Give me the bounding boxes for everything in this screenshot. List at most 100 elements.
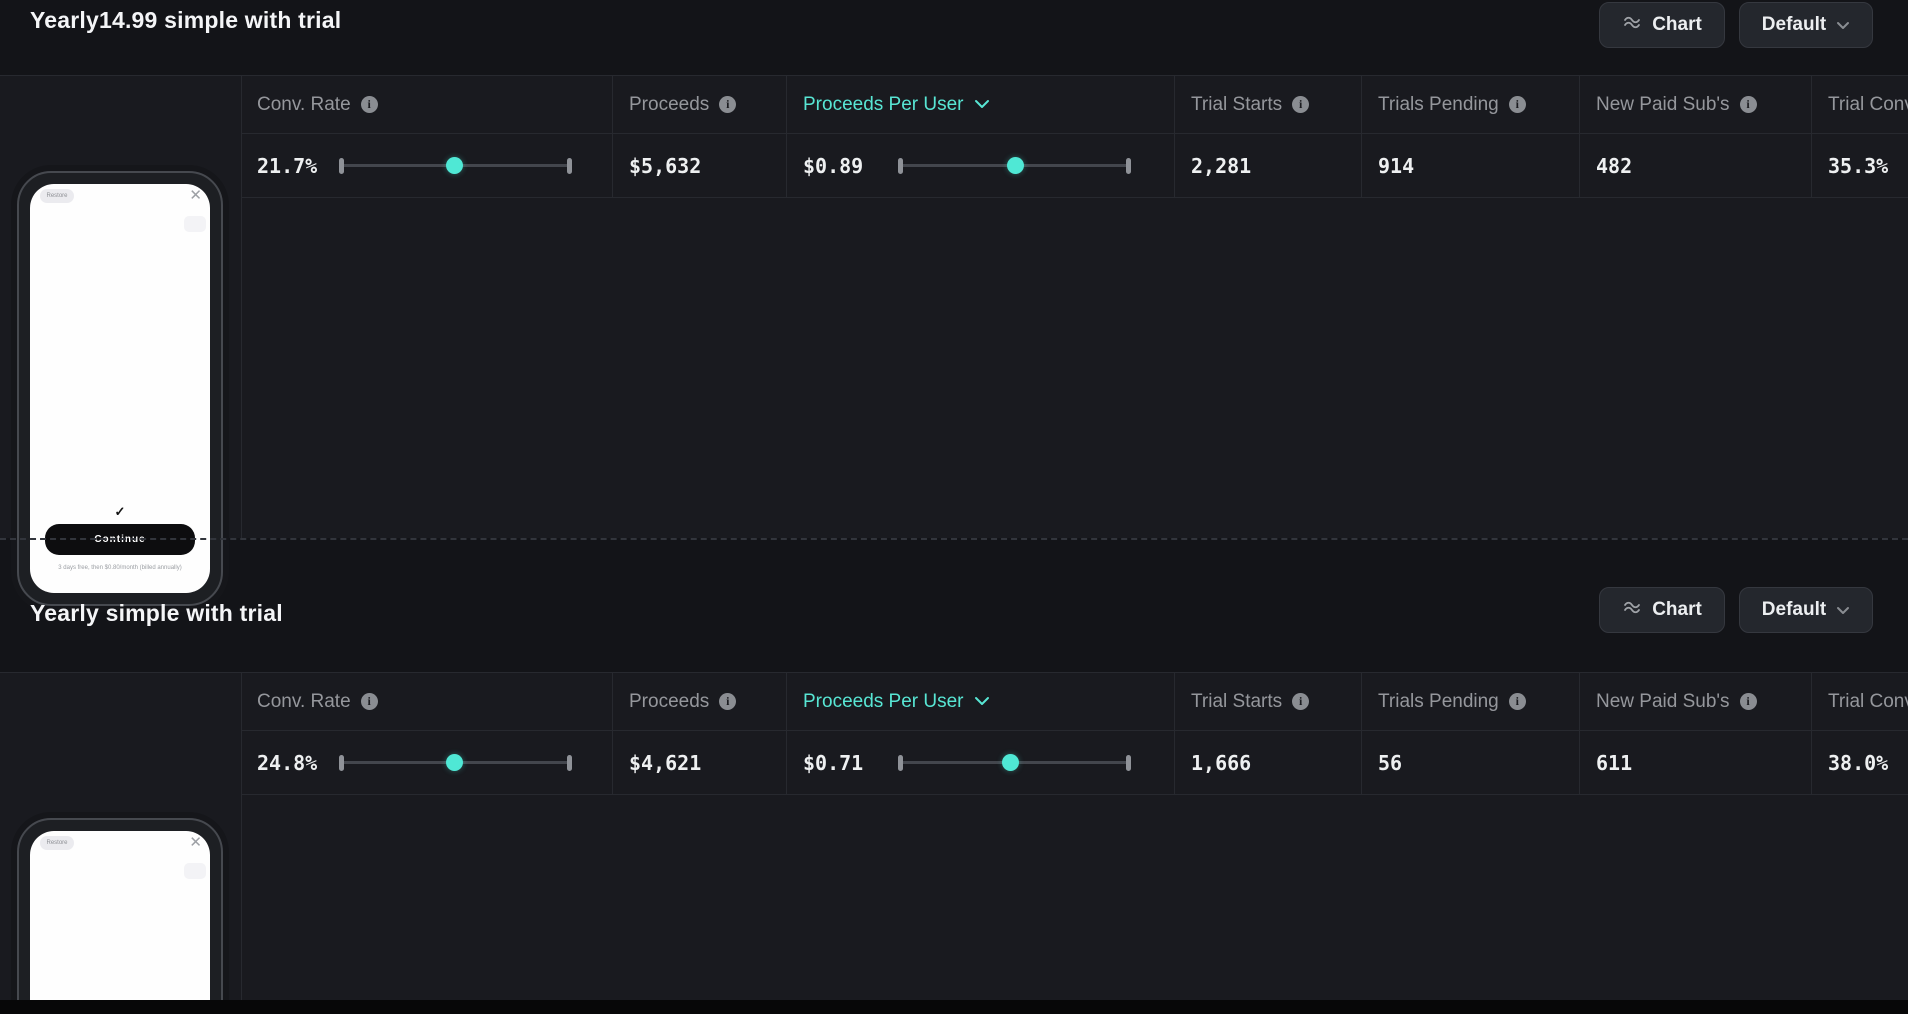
checkmark-icon: ✓ [30, 504, 210, 520]
info-icon[interactable]: i [1292, 693, 1309, 710]
ppu-slider[interactable] [898, 156, 1131, 176]
conv-rate-slider[interactable] [339, 753, 572, 773]
preset-dropdown-label: Default [1762, 14, 1826, 36]
chevron-down-icon [1836, 599, 1850, 621]
slider-right-cap [567, 158, 572, 174]
close-icon[interactable]: ✕ [189, 186, 202, 206]
slider-right-cap [1126, 158, 1131, 174]
trial-starts-value: 2,281 [1191, 154, 1251, 178]
placeholder-blob [184, 216, 206, 232]
cell-proceeds-per-user: $0.89 [787, 134, 1175, 198]
header-label: Trial Starts [1191, 691, 1282, 713]
slider-knob[interactable] [1002, 754, 1019, 771]
info-icon[interactable]: i [1509, 96, 1526, 113]
header-proceeds-per-user[interactable]: Proceeds Per User [787, 76, 1175, 134]
info-icon[interactable]: i [361, 96, 378, 113]
metrics-panel: Conv. Rate i Proceeds i Proceeds Per Use… [0, 672, 1908, 1002]
chart-button[interactable]: Chart [1599, 587, 1725, 633]
cell-trial-conversion: 35.3% [1812, 134, 1908, 198]
conv-rate-slider[interactable] [339, 156, 572, 176]
info-icon[interactable]: i [719, 96, 736, 113]
slider-left-cap [339, 755, 344, 771]
viewport-bottom-edge [0, 1000, 1908, 1014]
trials-pending-value: 914 [1378, 154, 1414, 178]
preset-dropdown[interactable]: Default [1739, 2, 1873, 48]
chart-button[interactable]: Chart [1599, 2, 1725, 48]
header-label: Proceeds [629, 691, 709, 713]
header-label: New Paid Sub's [1596, 691, 1730, 713]
page-title: Yearly14.99 simple with trial [30, 7, 341, 34]
toolbar: Chart Default [1599, 587, 1873, 633]
header-trial-starts: Trial Starts i [1175, 673, 1362, 731]
header-label: Conv. Rate [257, 94, 351, 116]
close-icon[interactable]: ✕ [189, 833, 202, 853]
chart-wave-icon [1622, 13, 1642, 37]
slider-left-cap [898, 158, 903, 174]
sort-chevron-down-icon [974, 96, 990, 114]
header-proceeds: Proceeds i [613, 76, 787, 134]
info-icon[interactable]: i [719, 693, 736, 710]
cell-trials-pending: 56 [1362, 731, 1580, 795]
proceeds-value: $5,632 [629, 154, 701, 178]
proceeds-value: $4,621 [629, 751, 701, 775]
header-trial-conversion: Trial Conversion i [1812, 673, 1908, 731]
preset-dropdown-label: Default [1762, 599, 1826, 621]
header-trial-starts: Trial Starts i [1175, 76, 1362, 134]
header-new-paid-subs: New Paid Sub's i [1580, 76, 1812, 134]
cell-proceeds: $4,621 [613, 731, 787, 795]
info-icon[interactable]: i [1740, 693, 1757, 710]
header-label: Trial Conversion [1828, 94, 1908, 116]
metrics-table: Conv. Rate i Proceeds i Proceeds Per Use… [241, 76, 1908, 198]
info-icon[interactable]: i [1509, 693, 1526, 710]
trial-conversion-value: 38.0% [1828, 751, 1888, 775]
placeholder-blob [184, 863, 206, 879]
header-trials-pending: Trials Pending i [1362, 76, 1580, 134]
preset-dropdown[interactable]: Default [1739, 587, 1873, 633]
header-label: New Paid Sub's [1596, 94, 1730, 116]
cell-trials-pending: 914 [1362, 134, 1580, 198]
cell-conv-rate: 24.8% [241, 731, 613, 795]
paywall-thumbnail[interactable]: Restore ✕ [17, 818, 223, 1014]
slider-knob[interactable] [1007, 157, 1024, 174]
new-paid-subs-value: 611 [1596, 751, 1632, 775]
chart-button-label: Chart [1652, 599, 1702, 621]
slider-knob[interactable] [446, 754, 463, 771]
slider-left-cap [339, 158, 344, 174]
header-label-sorted: Proceeds Per User [803, 94, 964, 116]
cell-trial-starts: 1,666 [1175, 731, 1362, 795]
cell-proceeds-per-user: $0.71 [787, 731, 1175, 795]
experiment-section: Yearly14.99 simple with trial Chart Defa… [0, 0, 1908, 538]
slider-right-cap [567, 755, 572, 771]
cell-conv-rate: 21.7% [241, 134, 613, 198]
ppu-value: $0.71 [803, 751, 863, 775]
chevron-down-icon [1836, 14, 1850, 36]
info-icon[interactable]: i [1740, 96, 1757, 113]
header-label-sorted: Proceeds Per User [803, 691, 964, 713]
new-paid-subs-value: 482 [1596, 154, 1632, 178]
page-title: Yearly simple with trial [30, 600, 283, 627]
header-label: Trials Pending [1378, 94, 1499, 116]
cell-proceeds: $5,632 [613, 134, 787, 198]
cell-trial-conversion: 38.0% [1812, 731, 1908, 795]
info-icon[interactable]: i [361, 693, 378, 710]
slider-right-cap [1126, 755, 1131, 771]
metrics-panel: Conv. Rate i Proceeds i Proceeds Per Use… [0, 75, 1908, 538]
slider-knob[interactable] [446, 157, 463, 174]
paywall-screen: Restore ✕ ✓ Continue 3 days free, then $… [30, 184, 210, 593]
header-trial-conversion: Trial Conversion i [1812, 76, 1908, 134]
chart-wave-icon [1622, 598, 1642, 622]
conv-rate-value: 21.7% [257, 154, 317, 178]
toolbar: Chart Default [1599, 2, 1873, 48]
header-proceeds-per-user[interactable]: Proceeds Per User [787, 673, 1175, 731]
header-label: Trial Starts [1191, 94, 1282, 116]
cell-trial-starts: 2,281 [1175, 134, 1362, 198]
trial-starts-value: 1,666 [1191, 751, 1251, 775]
metrics-table: Conv. Rate i Proceeds i Proceeds Per Use… [241, 673, 1908, 795]
chart-button-label: Chart [1652, 14, 1702, 36]
header-proceeds: Proceeds i [613, 673, 787, 731]
ppu-slider[interactable] [898, 753, 1131, 773]
restore-pill: Restore [40, 189, 74, 203]
cell-new-paid-subs: 611 [1580, 731, 1812, 795]
info-icon[interactable]: i [1292, 96, 1309, 113]
header-label: Proceeds [629, 94, 709, 116]
